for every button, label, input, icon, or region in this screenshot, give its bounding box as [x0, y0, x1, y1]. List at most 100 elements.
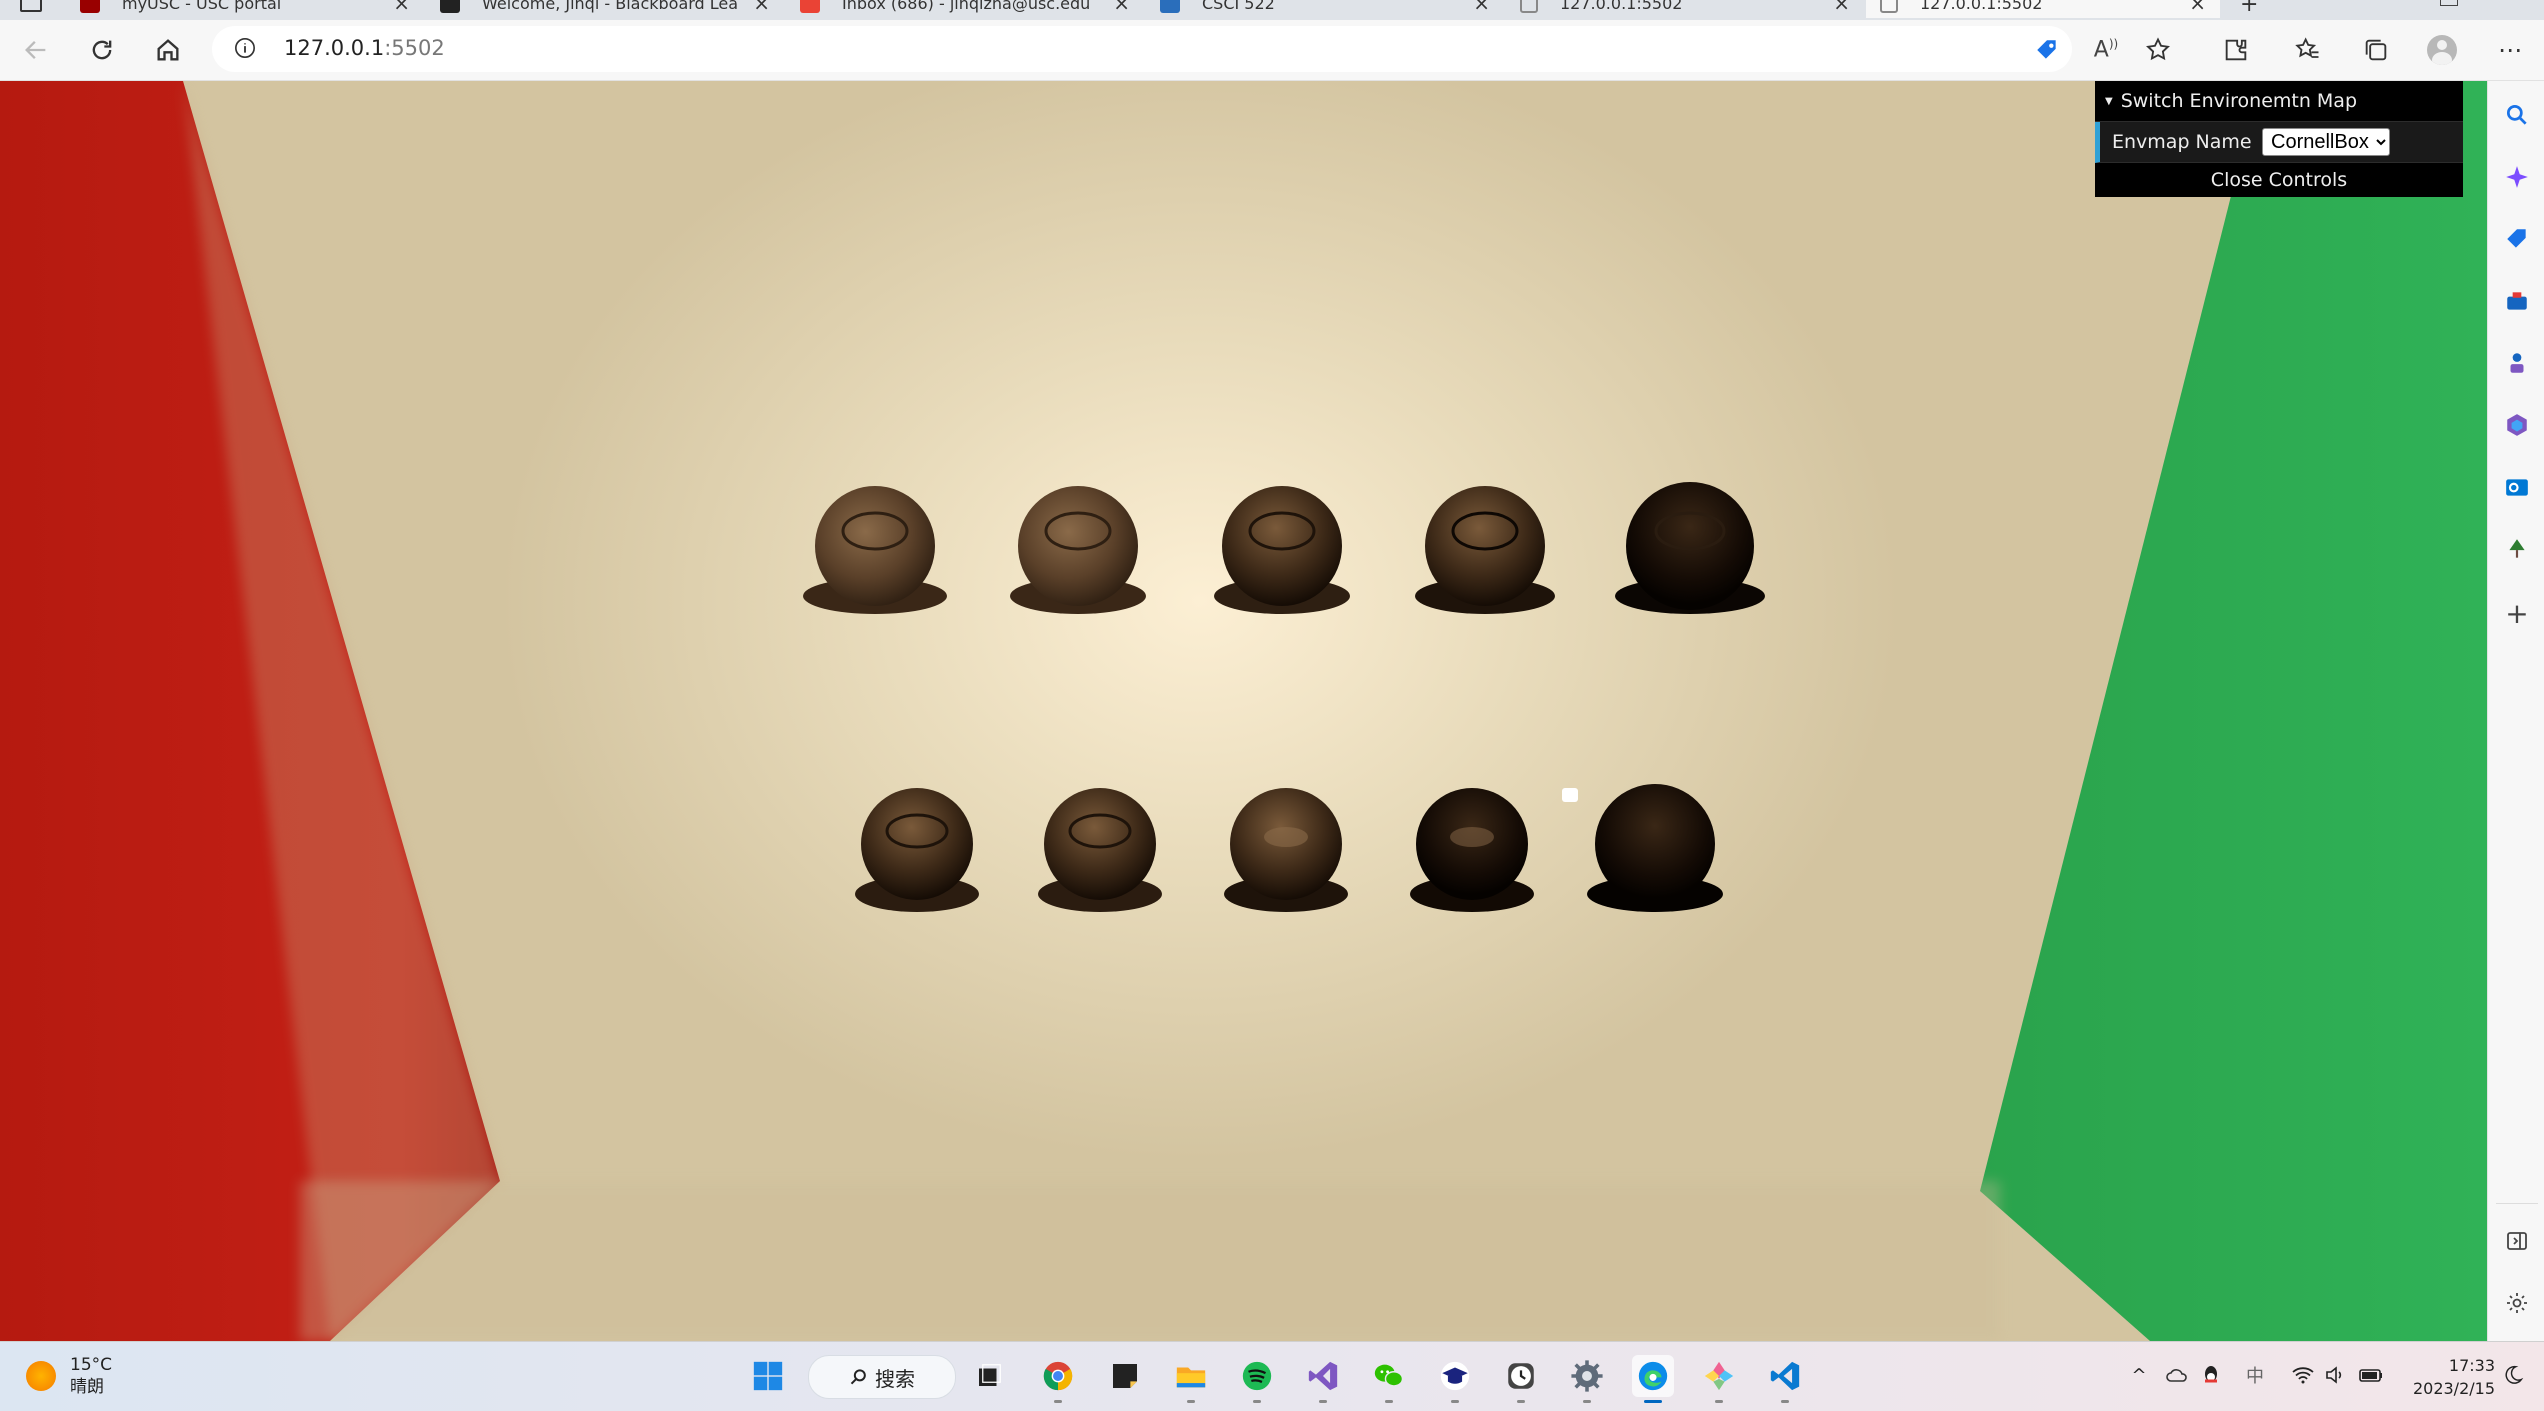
avatar: [2427, 35, 2457, 65]
sun-icon: [26, 1361, 56, 1391]
collections-icon: [2365, 39, 2387, 61]
material-ball: [855, 788, 979, 912]
folder-icon: [1176, 1367, 1206, 1388]
extensions-button[interactable]: [2218, 32, 2254, 68]
refresh-icon: [92, 40, 112, 60]
url-host: 127.0.0.1: [284, 36, 385, 60]
windows-start-button[interactable]: [747, 1355, 789, 1397]
webgl-canvas[interactable]: [0, 81, 2487, 1341]
vscode-icon: [1770, 1361, 1800, 1391]
vscode-app[interactable]: [1764, 1355, 1806, 1403]
close-tab-icon[interactable]: ×: [1473, 0, 1490, 15]
tab-blackboard[interactable]: Welcome, Jinqi - Blackboard Lea ×: [440, 0, 770, 18]
search-icon[interactable]: [2503, 101, 2531, 129]
material-ball-row-top: [803, 482, 1765, 614]
material-ball: [1615, 482, 1765, 614]
tab-label: 127.0.0.1:5502: [1920, 0, 2043, 13]
close-tab-icon[interactable]: ×: [1113, 0, 1130, 15]
windows-logo-icon: [753, 1361, 783, 1391]
tab-actions-icon[interactable]: [20, 0, 42, 12]
copilot-icon[interactable]: [2503, 163, 2531, 191]
collections-button[interactable]: [2358, 32, 2394, 68]
wifi-icon[interactable]: [2290, 1362, 2316, 1388]
windows-taskbar: 15°C 晴朗 搜索 ^ 中 17:33 2023/2/15: [0, 1341, 2544, 1411]
tree-icon[interactable]: [2503, 535, 2531, 563]
wechat-app[interactable]: [1368, 1355, 1410, 1403]
refresh-button[interactable]: [84, 32, 120, 68]
clock-app[interactable]: [1500, 1355, 1542, 1403]
battery-icon[interactable]: [2358, 1362, 2384, 1388]
wechat-icon: [1374, 1364, 1404, 1387]
tab-label: Welcome, Jinqi - Blackboard Lea: [482, 0, 739, 13]
material-ball: [1224, 788, 1348, 912]
profile-button[interactable]: [2424, 32, 2460, 68]
tab-localhost-active[interactable]: 127.0.0.1:5502 ×: [1866, 0, 2220, 18]
tab-localhost-1[interactable]: 127.0.0.1:5502 ×: [1520, 0, 1850, 18]
usc-app[interactable]: [1434, 1355, 1476, 1403]
shopping-icon[interactable]: [2503, 225, 2531, 253]
usc-favicon-icon: [80, 0, 100, 13]
paint-app[interactable]: [1698, 1355, 1740, 1403]
ime-indicator[interactable]: 中: [2242, 1362, 2268, 1388]
settings-app[interactable]: [1566, 1355, 1608, 1403]
weather-widget[interactable]: 15°C 晴朗: [26, 1354, 112, 1398]
graduation-cap-icon: [1440, 1361, 1470, 1391]
tab-label: CSCI 522: [1202, 0, 1275, 13]
task-view-icon: [979, 1364, 1001, 1386]
material-ball: [1410, 788, 1534, 912]
split-screen-icon[interactable]: [2503, 1227, 2531, 1255]
file-explorer-app[interactable]: [1170, 1355, 1212, 1403]
address-bar[interactable]: 127.0.0.1:5502: [212, 26, 2072, 72]
envmap-row: Envmap Name CornellBox: [2095, 122, 2463, 163]
close-controls-button[interactable]: Close Controls: [2095, 163, 2463, 197]
shopping-tag-icon[interactable]: [2034, 37, 2060, 63]
chrome-app[interactable]: [1037, 1355, 1079, 1403]
envmap-select[interactable]: CornellBox: [2262, 128, 2390, 156]
spotify-app[interactable]: [1236, 1355, 1278, 1403]
visual-studio-app[interactable]: [1302, 1355, 1344, 1403]
folder-header-switch-envmap[interactable]: ▼ Switch Environemtn Map: [2095, 81, 2463, 122]
close-tab-icon[interactable]: ×: [753, 0, 770, 15]
ime-label: 中: [2246, 1366, 2264, 1387]
taskbar-search[interactable]: 搜索: [808, 1355, 956, 1399]
tab-gmail[interactable]: Inbox (686) - jinqizha@usc.edu ×: [800, 0, 1130, 18]
read-aloud-button[interactable]: A)): [2088, 32, 2124, 68]
more-menu-button[interactable]: ⋯: [2492, 32, 2528, 68]
show-hidden-icons-button[interactable]: ^: [2126, 1362, 2152, 1388]
games-icon[interactable]: [2503, 349, 2531, 377]
material-ball: [1010, 486, 1146, 614]
home-button[interactable]: [150, 32, 186, 68]
add-favorite-button[interactable]: [2140, 32, 2176, 68]
new-tab-button[interactable]: +: [2240, 0, 2258, 17]
back-button[interactable]: [18, 32, 54, 68]
tab-csci522[interactable]: CSCI 522 ×: [1160, 0, 1490, 18]
minimize-button[interactable]: [2440, 0, 2458, 6]
home-icon: [157, 39, 179, 61]
edge-app[interactable]: [1632, 1355, 1674, 1403]
clock-icon: [1508, 1363, 1534, 1389]
outlook-icon[interactable]: [2503, 473, 2531, 501]
task-view-button[interactable]: [968, 1355, 1010, 1397]
site-info-icon[interactable]: [234, 37, 256, 59]
close-tab-icon[interactable]: ×: [1833, 0, 1850, 15]
qq-icon[interactable]: [2198, 1362, 2224, 1388]
add-icon[interactable]: +: [2503, 597, 2531, 630]
office-icon[interactable]: [2503, 411, 2531, 439]
close-tab-icon[interactable]: ×: [393, 0, 410, 15]
close-tab-icon[interactable]: ×: [2189, 0, 2206, 15]
search-label: 搜索: [875, 1366, 915, 1391]
caret-down-icon: ▼: [2105, 95, 2113, 107]
course-favicon-icon: [1160, 0, 1180, 13]
settings-icon[interactable]: [2503, 1289, 2531, 1317]
notification-moon-icon[interactable]: [2500, 1362, 2526, 1388]
url-text[interactable]: 127.0.0.1:5502: [284, 36, 445, 60]
sticky-notes-app[interactable]: [1104, 1355, 1146, 1397]
tools-icon[interactable]: [2503, 287, 2531, 315]
system-clock[interactable]: 17:33 2023/2/15: [2395, 1354, 2495, 1400]
sticky-notes-icon: [1113, 1364, 1137, 1388]
favorites-button[interactable]: [2290, 32, 2326, 68]
tab-myusc[interactable]: myUSC - USC portal ×: [80, 0, 410, 18]
tab-label: 127.0.0.1:5502: [1560, 0, 1683, 13]
onedrive-icon[interactable]: [2164, 1362, 2190, 1388]
volume-icon[interactable]: [2322, 1362, 2348, 1388]
